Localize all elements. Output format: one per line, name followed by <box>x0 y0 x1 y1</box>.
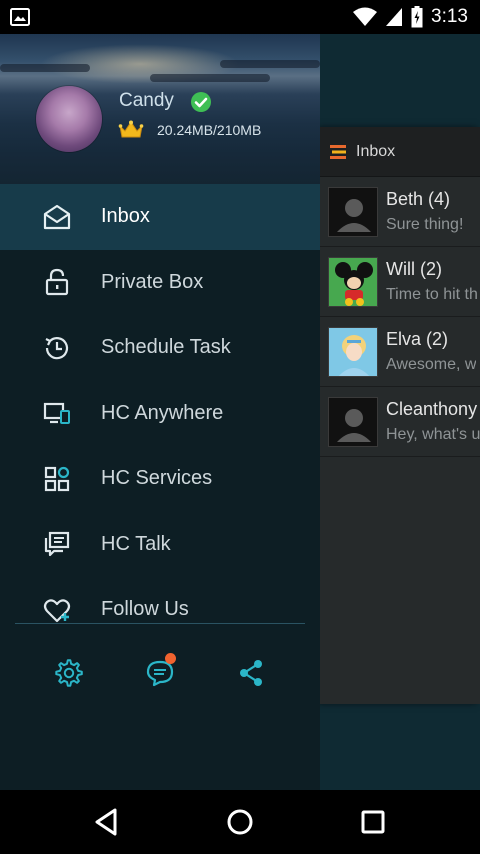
notification-dot <box>165 653 176 664</box>
status-bar: 3:13 <box>0 0 480 34</box>
history-clock-icon <box>42 333 72 363</box>
menu-item-inbox[interactable]: Inbox <box>0 184 320 250</box>
menu-item-label: Private Box <box>101 270 204 293</box>
chat-window-icon <box>42 529 72 559</box>
navigation-drawer: Candy 20.24MB/210MB Inbox Private Box Sc… <box>0 34 320 790</box>
drawer-bottom-actions <box>0 653 320 694</box>
conversation-name: Will (2) <box>386 259 442 279</box>
conversation-name: Cleanthony <box>386 399 478 419</box>
envelope-open-icon <box>42 202 72 232</box>
conversation-item[interactable]: Elva (2) Awesome, w <box>320 317 480 387</box>
lock-icon <box>42 267 72 297</box>
status-right: 3:13 <box>353 0 468 34</box>
drawer-divider <box>15 623 305 624</box>
default-avatar-icon <box>328 186 378 237</box>
home-icon[interactable] <box>224 806 256 838</box>
menu-drawer-icon[interactable] <box>330 144 348 159</box>
header-cloud <box>220 60 320 68</box>
conversation-item[interactable]: Cleanthony Hey, what's u <box>320 387 480 457</box>
conversation-item[interactable]: Will (2) Time to hit th <box>320 247 480 317</box>
image-notification-icon <box>10 8 30 26</box>
conversation-name: Elva (2) <box>386 329 449 349</box>
drawer-header: Candy 20.24MB/210MB <box>0 34 320 184</box>
share-icon[interactable] <box>234 656 268 690</box>
storage-usage: 20.24MB/210MB <box>157 122 262 138</box>
grid-icon <box>42 464 72 494</box>
header-cloud <box>150 74 270 82</box>
recents-icon[interactable] <box>357 806 389 838</box>
menu-item-schedule-task[interactable]: Schedule Task <box>0 315 320 381</box>
menu-item-hc-services[interactable]: HC Services <box>0 446 320 512</box>
header-cloud <box>0 64 90 72</box>
menu-item-hc-talk[interactable]: HC Talk <box>0 512 320 578</box>
menu-item-hc-anywhere[interactable]: HC Anywhere <box>0 381 320 447</box>
conversation-preview: Sure thing! <box>386 216 464 233</box>
menu-item-label: HC Anywhere <box>101 401 224 424</box>
settings-icon[interactable] <box>52 656 86 690</box>
inbox-panel: Inbox Beth (4) Sure thing! Will (2) Time… <box>320 127 480 704</box>
conversation-name: Beth (4) <box>386 189 451 209</box>
default-avatar-icon <box>328 396 378 447</box>
navigation-bar <box>0 790 480 854</box>
conversation-preview: Hey, what's u <box>386 426 480 443</box>
menu-item-private-box[interactable]: Private Box <box>0 250 320 316</box>
user-name[interactable]: Candy <box>119 90 174 112</box>
menu-item-follow-us[interactable]: Follow Us <box>0 577 320 643</box>
menu-item-label: Follow Us <box>101 598 189 621</box>
conversation-preview: Awesome, w <box>386 356 477 373</box>
feedback-icon[interactable] <box>143 653 177 690</box>
crown-icon <box>118 120 144 138</box>
conversation-item[interactable]: Beth (4) Sure thing! <box>320 177 480 247</box>
conversation-preview: Time to hit th <box>386 286 478 303</box>
verified-check-icon <box>191 92 211 112</box>
inbox-title: Inbox <box>356 142 396 160</box>
cinderella-avatar <box>328 326 378 377</box>
back-icon[interactable] <box>91 806 123 838</box>
drawer-menu: Inbox Private Box Schedule Task HC Anywh… <box>0 184 320 643</box>
menu-item-label: Inbox <box>101 205 150 228</box>
heart-plus-icon <box>42 595 72 625</box>
menu-item-label: HC Services <box>101 467 213 490</box>
devices-icon <box>42 398 72 428</box>
status-time: 3:13 <box>431 6 468 27</box>
inbox-header[interactable]: Inbox <box>320 127 480 177</box>
signal-icon <box>386 8 403 26</box>
menu-item-label: HC Talk <box>101 532 171 555</box>
user-avatar[interactable] <box>36 86 102 152</box>
wifi-icon <box>353 7 378 26</box>
mickey-avatar <box>328 256 378 307</box>
battery-icon <box>411 6 423 28</box>
menu-item-label: Schedule Task <box>101 336 231 359</box>
